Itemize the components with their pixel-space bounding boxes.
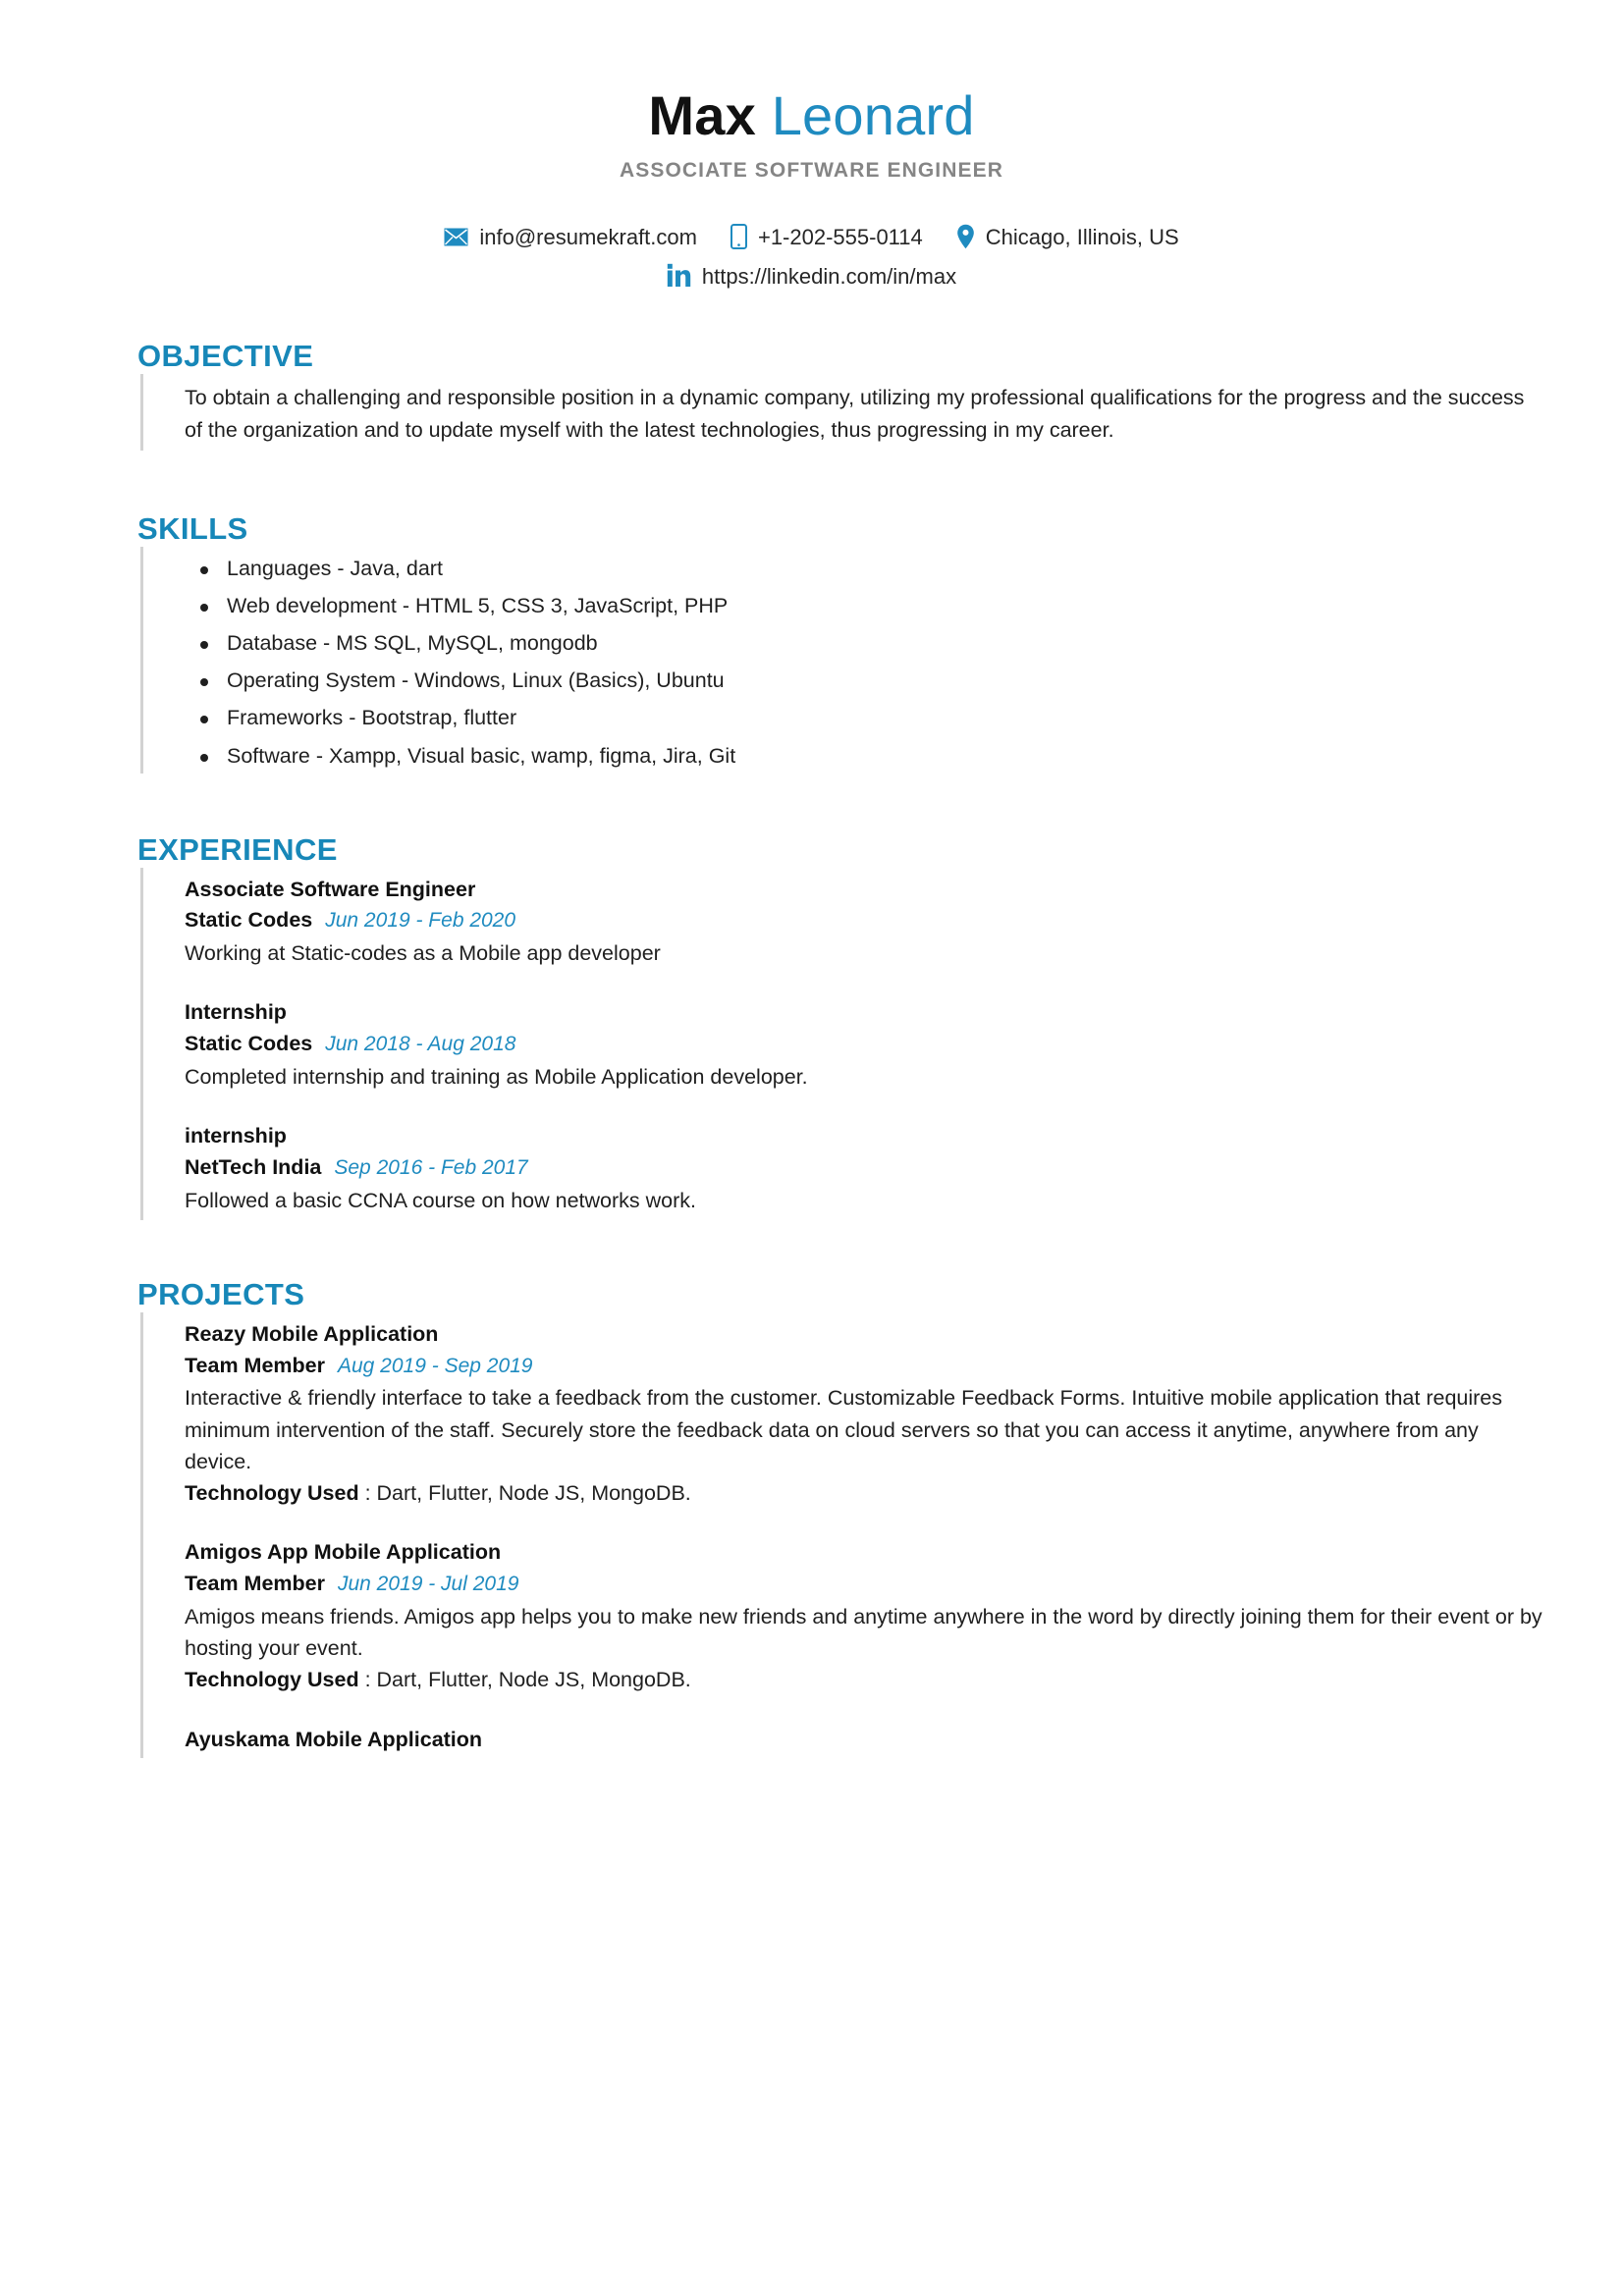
list-item: Database - MS SQL, MySQL, mongodb — [185, 629, 1544, 657]
experience-meta: Static Codes Jun 2019 - Feb 2020 — [185, 905, 1544, 935]
experience-description: Completed internship and training as Mob… — [185, 1064, 808, 1089]
list-item: Operating System - Windows, Linux (Basic… — [185, 667, 1544, 694]
section-skills: SKILLS Languages - Java, dart Web develo… — [0, 511, 1623, 774]
contact-row-primary: info@resumekraft.com +1-202-555-0114 Chi… — [0, 224, 1623, 250]
section-body-objective: To obtain a challenging and responsible … — [140, 374, 1544, 451]
section-heading-experience: EXPERIENCE — [137, 831, 338, 867]
project-role: Team Member — [185, 1572, 325, 1596]
technology-label: Technology Used — [185, 1481, 359, 1506]
contact-row-secondary: https://linkedin.com/in/max — [0, 263, 1623, 288]
project-technology: Technology Used : Dart, Flutter, Node JS… — [185, 1477, 1544, 1509]
envelope-icon — [444, 228, 468, 246]
section-body-projects: Reazy Mobile Application Team Member Aug … — [140, 1311, 1544, 1759]
section-objective: OBJECTIVE To obtain a challenging and re… — [0, 339, 1623, 451]
section-experience: EXPERIENCE Associate Software Engineer S… — [0, 832, 1623, 1220]
section-heading-projects: PROJECTS — [137, 1276, 305, 1311]
project-description: Interactive & friendly interface to take… — [185, 1386, 1503, 1473]
section-heading-objective: OBJECTIVE — [137, 339, 314, 374]
technology-value: : Dart, Flutter, Node JS, MongoDB. — [358, 1668, 691, 1692]
list-item: Languages - Java, dart — [185, 555, 1544, 582]
skills-list: Languages - Java, dart Web development -… — [185, 555, 1544, 770]
contact-location-value: Chicago, Illinois, US — [985, 225, 1179, 250]
experience-date: Sep 2016 - Feb 2017 — [334, 1155, 528, 1179]
last-name: Leonard — [771, 84, 975, 146]
objective-text: To obtain a challenging and responsible … — [185, 386, 1525, 443]
section-projects: PROJECTS Reazy Mobile Application Team M… — [0, 1276, 1623, 1759]
experience-company: NetTech India — [185, 1154, 322, 1179]
project-title: Reazy Mobile Application — [185, 1321, 439, 1346]
list-item: Frameworks - Bootstrap, flutter — [185, 704, 1544, 731]
list-item: Web development - HTML 5, CSS 3, JavaScr… — [185, 592, 1544, 619]
experience-company: Static Codes — [185, 1032, 313, 1056]
experience-entry: Associate Software Engineer Static Codes… — [185, 876, 1544, 970]
project-entry: Reazy Mobile Application Team Member Aug … — [185, 1320, 1544, 1509]
first-name: Max — [648, 84, 756, 146]
contact-email-value: info@resumekraft.com — [479, 225, 697, 250]
linkedin-icon — [667, 263, 691, 288]
project-meta: Team Member Jun 2019 - Jul 2019 — [185, 1569, 1544, 1599]
experience-description: Working at Static-codes as a Mobile app … — [185, 941, 661, 966]
project-title: Amigos App Mobile Application — [185, 1540, 502, 1565]
contact-linkedin[interactable]: https://linkedin.com/in/max — [667, 263, 956, 288]
experience-meta: Static Codes Jun 2018 - Aug 2018 — [185, 1029, 1544, 1059]
contact-phone-value: +1-202-555-0114 — [757, 225, 923, 250]
project-role: Team Member — [185, 1353, 325, 1377]
phone-icon — [730, 224, 747, 250]
experience-job-title: internship — [185, 1124, 287, 1148]
resume-page: Max Leonard ASSOCIATE SOFTWARE ENGINEER … — [0, 0, 1623, 2296]
experience-company: Static Codes — [185, 908, 313, 933]
section-body-skills: Languages - Java, dart Web development -… — [140, 546, 1544, 774]
experience-meta: NetTech India Sep 2016 - Feb 2017 — [185, 1152, 1544, 1183]
experience-date: Jun 2018 - Aug 2018 — [325, 1033, 516, 1056]
project-date: Aug 2019 - Sep 2019 — [337, 1354, 533, 1377]
project-entry: Amigos App Mobile Application Team Membe… — [185, 1538, 1544, 1695]
contact-email[interactable]: info@resumekraft.com — [444, 225, 697, 250]
experience-date: Jun 2019 - Feb 2020 — [325, 909, 516, 933]
experience-job-title: Internship — [185, 1000, 287, 1025]
location-pin-icon — [956, 224, 975, 249]
section-heading-skills: SKILLS — [137, 510, 248, 546]
contact-location: Chicago, Illinois, US — [956, 224, 1179, 249]
candidate-name: Max Leonard — [0, 84, 1623, 146]
experience-job-title: Associate Software Engineer — [185, 877, 476, 901]
project-date: Jun 2019 - Jul 2019 — [337, 1573, 519, 1596]
project-description: Amigos means friends. Amigos app helps y… — [185, 1604, 1542, 1661]
project-entry: Ayuskama Mobile Application — [185, 1726, 1544, 1755]
list-item: Software - Xampp, Visual basic, wamp, fi… — [185, 742, 1544, 770]
project-meta: Team Member Aug 2019 - Sep 2019 — [185, 1351, 1544, 1381]
section-body-experience: Associate Software Engineer Static Codes… — [140, 867, 1544, 1220]
project-title: Ayuskama Mobile Application — [185, 1727, 483, 1751]
experience-description: Followed a basic CCNA course on how netw… — [185, 1188, 696, 1212]
job-title: ASSOCIATE SOFTWARE ENGINEER — [619, 159, 1003, 183]
technology-value: : Dart, Flutter, Node JS, MongoDB. — [358, 1481, 691, 1506]
technology-label: Technology Used — [185, 1668, 359, 1692]
experience-entry: Internship Static Codes Jun 2018 - Aug 20… — [185, 998, 1544, 1093]
experience-entry: internship NetTech India Sep 2016 - Feb 2… — [185, 1122, 1544, 1216]
contact-linkedin-value: https://linkedin.com/in/max — [701, 263, 957, 289]
resume-header: Max Leonard ASSOCIATE SOFTWARE ENGINEER … — [0, 0, 1623, 288]
project-technology: Technology Used : Dart, Flutter, Node JS… — [185, 1664, 1544, 1695]
contact-phone[interactable]: +1-202-555-0114 — [730, 224, 923, 250]
